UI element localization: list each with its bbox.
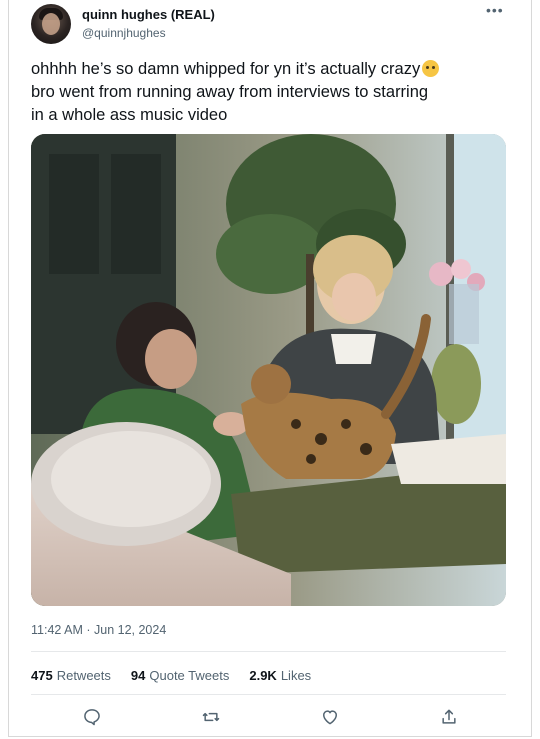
tweet-line-1: ohhhh he’s so damn whipped for yn it’s a… bbox=[31, 60, 421, 78]
likes-count: 2.9K bbox=[249, 668, 277, 683]
retweets-stat[interactable]: 475 Retweets bbox=[31, 668, 111, 683]
retweets-count: 475 bbox=[31, 668, 53, 683]
handle[interactable]: @quinnjhughes bbox=[82, 26, 166, 40]
action-bar bbox=[31, 702, 506, 732]
like-icon bbox=[323, 710, 337, 725]
retweet-icon bbox=[202, 712, 220, 722]
avatar[interactable] bbox=[31, 4, 71, 44]
quotes-count: 94 bbox=[130, 668, 146, 683]
likes-stat[interactable]: 2.9K Likes bbox=[249, 668, 311, 683]
tweet-line-3: in a whole ass music video bbox=[31, 106, 228, 124]
retweet-button[interactable] bbox=[196, 702, 226, 732]
display-name[interactable]: quinn hughes (REAL) bbox=[82, 7, 215, 22]
timestamp[interactable]: 11:42 AM · Jun 12, 2024 bbox=[31, 623, 166, 637]
reply-button[interactable] bbox=[77, 702, 107, 732]
photo-illustration bbox=[31, 134, 506, 606]
tweet-media-image[interactable] bbox=[31, 134, 506, 606]
tweet-line-2: bro went from running away from intervie… bbox=[31, 83, 429, 101]
quotes-label: Quote Tweets bbox=[149, 668, 230, 683]
avatar-face bbox=[42, 13, 60, 35]
more-options-icon[interactable]: ••• bbox=[486, 2, 504, 18]
share-button[interactable] bbox=[434, 702, 464, 732]
like-button[interactable] bbox=[315, 702, 345, 732]
engagement-stats: 475 Retweets 94 Quote Tweets 2.9K Likes bbox=[31, 668, 311, 683]
quotes-stat[interactable]: 94 Quote Tweets bbox=[131, 668, 229, 683]
likes-label: Likes bbox=[280, 668, 312, 683]
tweet-text: ohhhh he’s so damn whipped for yn it’s a… bbox=[31, 58, 511, 127]
divider-bottom bbox=[31, 694, 506, 695]
divider-top bbox=[31, 651, 506, 652]
retweets-label: Retweets bbox=[56, 668, 111, 683]
crying-face-emoji-icon bbox=[422, 60, 440, 77]
share-icon bbox=[442, 709, 456, 724]
reply-icon bbox=[84, 709, 100, 726]
